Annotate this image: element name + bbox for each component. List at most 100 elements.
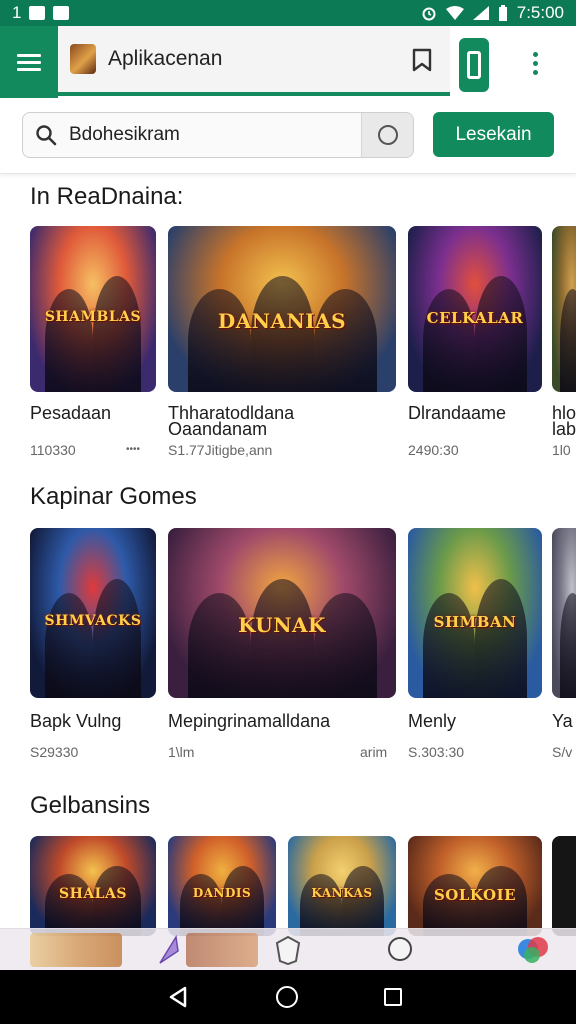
game-art-logo: SOLKOIE xyxy=(433,886,517,904)
game-thumbnail: SHALAS xyxy=(30,836,156,936)
mic-circle-icon xyxy=(377,125,398,145)
character-silhouette xyxy=(560,289,576,392)
game-art-logo: CELKALAR xyxy=(426,309,524,327)
status-right: 7:5:00 xyxy=(421,3,564,23)
game-thumbnail: KUNAK xyxy=(168,528,396,698)
app-bar: Aplikacenan xyxy=(0,26,576,100)
character-silhouette xyxy=(45,874,93,936)
game-thumbnail: SHMVACKS xyxy=(30,528,156,698)
bottom-shortcut-strip xyxy=(0,928,576,970)
more-options-icon[interactable] xyxy=(526,52,544,76)
battery-icon xyxy=(498,5,507,21)
signal-icon xyxy=(472,6,489,20)
game-thumbnail: CELKALAR xyxy=(408,226,542,392)
character-silhouette xyxy=(423,289,475,392)
game-price: S.303:30 xyxy=(408,744,465,760)
voice-search-button[interactable] xyxy=(361,113,413,157)
photo-notification-icon xyxy=(29,6,46,20)
game-card[interactable]: SHMBAN Menly S.303:30 xyxy=(408,528,542,760)
search-button[interactable]: Lesekain xyxy=(433,112,554,157)
title-bar: Aplikacenan xyxy=(58,26,450,96)
game-price-extra: •••• xyxy=(126,444,141,455)
shortcut-multicolor-icon[interactable] xyxy=(514,933,554,967)
character-silhouette xyxy=(475,276,527,392)
game-card[interactable]: DANDIS xyxy=(168,836,276,936)
game-thumbnail: SHAMBLAS xyxy=(30,226,156,392)
game-price: S1.77Jitigbe,ann xyxy=(168,442,273,458)
search-row: Lesekain xyxy=(0,100,576,174)
game-card[interactable]: CELKALAR Dlrandaame 2490:30 xyxy=(408,226,542,458)
character-silhouette xyxy=(314,593,377,698)
game-name: Dlrandaame xyxy=(408,403,507,423)
character-silhouette xyxy=(475,579,527,698)
shortcut-shield-icon[interactable] xyxy=(274,933,302,967)
character-silhouette xyxy=(45,593,93,698)
game-card[interactable]: SHALAS xyxy=(30,836,156,936)
game-price: S/v xyxy=(552,744,573,760)
game-thumbnail: DANDIS xyxy=(168,836,276,936)
search-box[interactable] xyxy=(22,112,414,158)
status-left: 1 xyxy=(12,3,70,23)
character-silhouette xyxy=(93,579,141,698)
character-silhouette xyxy=(45,289,93,392)
search-input[interactable] xyxy=(69,113,361,157)
character-silhouette xyxy=(188,593,251,698)
status-bar: 1 7:5:00 xyxy=(0,0,576,26)
game-art-logo: KANKAS xyxy=(311,886,373,900)
character-silhouette xyxy=(251,579,314,698)
game-card[interactable]: KANKAS xyxy=(288,836,396,936)
game-art-logo: SHMBAN xyxy=(433,613,517,631)
game-name: Bapk Vulng xyxy=(30,711,122,731)
phone-icon xyxy=(467,51,481,79)
game-art-logo: SHALAS xyxy=(58,886,128,902)
character-silhouette xyxy=(423,593,475,698)
game-card[interactable]: Ya S/v xyxy=(552,528,576,760)
game-price: 2490:30 xyxy=(408,442,459,458)
app-logo xyxy=(70,44,96,74)
navigation-bar xyxy=(0,970,576,1024)
character-silhouette xyxy=(93,276,141,392)
game-card[interactable] xyxy=(552,836,576,936)
shortcut-game-banner[interactable] xyxy=(186,933,258,967)
game-thumbnail: DANANIAS xyxy=(168,226,396,392)
back-icon[interactable] xyxy=(168,986,188,1008)
alarm-icon xyxy=(422,7,436,21)
recents-icon[interactable] xyxy=(384,988,402,1006)
character-silhouette xyxy=(180,874,222,936)
character-silhouette xyxy=(300,874,342,936)
shortcut-chat-icon[interactable] xyxy=(386,933,414,967)
character-silhouette xyxy=(188,289,251,392)
device-button[interactable] xyxy=(459,38,489,92)
status-time: 7:5:00 xyxy=(516,3,564,22)
game-name-line2: Oaandanam xyxy=(168,419,268,439)
character-silhouette xyxy=(342,866,384,936)
image-notification-icon xyxy=(53,6,70,20)
app-screen: 1 7:5:00 Aplikacenan Bdohesikram Lesekai… xyxy=(0,0,576,1024)
character-silhouette xyxy=(423,874,475,936)
game-card[interactable]: SOLKOIE xyxy=(408,836,542,936)
game-price: 1\lm xyxy=(168,744,195,760)
game-thumbnail: SOLKOIE xyxy=(408,836,542,936)
game-price: 1l0 xyxy=(552,442,571,458)
game-card[interactable]: SHAMBLAS Pesadaan 110330 •••• xyxy=(30,226,156,458)
app-title: Aplikacenan xyxy=(108,47,223,70)
game-name: Ya xyxy=(552,711,573,731)
search-icon xyxy=(23,113,69,157)
game-price: S29330 xyxy=(30,744,79,760)
game-card[interactable]: DANANIAS Thharatodldana Oaandanam S1.77J… xyxy=(168,226,396,458)
shortcut-feather-icon[interactable] xyxy=(156,933,182,967)
character-silhouette xyxy=(560,593,576,698)
shortcut-game-logo[interactable] xyxy=(30,933,122,967)
game-thumbnail xyxy=(552,226,576,392)
bookmark-icon[interactable] xyxy=(412,48,432,72)
game-thumbnail: KANKAS xyxy=(288,836,396,936)
game-card[interactable]: SHMVACKS Bapk Vulng S29330 xyxy=(30,528,156,760)
game-card[interactable]: KUNAK Mepingrinamalldana 1\lm arim xyxy=(168,528,396,760)
home-icon[interactable] xyxy=(276,986,298,1008)
hamburger-icon xyxy=(17,50,41,75)
game-art-logo: DANANIAS xyxy=(217,309,347,333)
game-card[interactable]: hlo lab 1l0 xyxy=(552,226,576,458)
menu-button[interactable] xyxy=(0,26,58,98)
game-thumbnail: SHMBAN xyxy=(408,528,542,698)
wifi-icon xyxy=(445,6,464,20)
